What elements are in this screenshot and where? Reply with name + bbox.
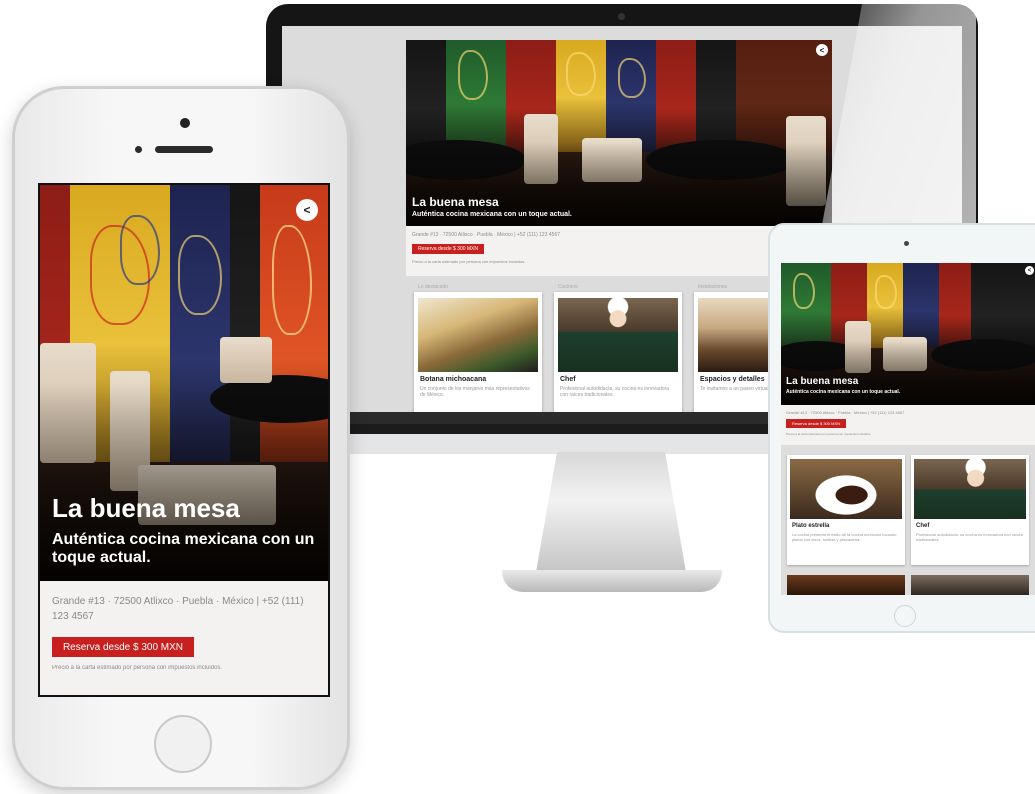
phone-address: Grande #13 · 72500 Atlixco · Puebla · Mé… <box>52 596 304 622</box>
tablet-screen: < La buena mesa Auténtica cocina mexican… <box>781 263 1035 595</box>
tablet-next-card <box>911 575 1029 595</box>
card-desc: La cocina presenta el estilo de la cocin… <box>792 532 897 543</box>
card-desc: Profesional autodidacta, su cocina es in… <box>560 386 669 399</box>
share-icon[interactable]: < <box>1025 266 1034 275</box>
phone-reserve-button[interactable]: Reserva desde $ 300 MXN <box>52 637 194 657</box>
phone-info-bar: Grande #13 · 72500 Atlixco · Puebla · Mé… <box>40 581 328 695</box>
phone-hero-tagline: Auténtica cocina mexicana con un toque a… <box>52 531 315 567</box>
tablet-card-chef[interactable]: Chef Profesional autodidacta, su cocina … <box>911 455 1029 565</box>
phone-hero-title: La buena mesa <box>52 493 240 523</box>
monitor-address: Grande #13 · 72500 Atlixco · Puebla · Mé… <box>412 232 561 238</box>
card-title: Chef <box>560 376 576 383</box>
smartphone-device: < La buena mesa Auténtica cocina mexican… <box>12 86 350 790</box>
tablet-home-button[interactable] <box>894 605 916 627</box>
food-photo <box>790 459 902 519</box>
tablet-info-bar: Grande #13 · 72500 Atlixco · Puebla · Mé… <box>781 405 1035 445</box>
monitor-hero-image: < La buena mesa Auténtica cocina mexican… <box>406 40 832 226</box>
phone-price-note: Precio a la carta estimado por persona c… <box>52 665 223 671</box>
phone-hero-image: < La buena mesa Auténtica cocina mexican… <box>40 185 328 581</box>
monitor-reserve-button[interactable]: Reserva desde $ 300 MXN <box>412 244 484 254</box>
monitor-card-chef[interactable]: Cocinero Chef Profesional autodidacta, s… <box>554 284 682 424</box>
monitor-camera <box>618 13 625 20</box>
tablet-next-card <box>787 575 905 595</box>
card-desc: Profesional autodidacta, su cocina es in… <box>916 532 1023 543</box>
tablet-hero-image: < La buena mesa Auténtica cocina mexican… <box>781 263 1035 405</box>
card-section-label: Cocinero <box>558 284 579 290</box>
tablet-price-note: Precio a la carta estimado por persona c… <box>786 432 872 436</box>
monitor-card-botana[interactable]: Lo destacado Botana michoacana Un conjun… <box>414 284 542 424</box>
card-title: Espacios y detalles <box>700 376 765 383</box>
phone-camera <box>180 118 190 128</box>
tablet-camera <box>904 241 909 246</box>
tablet-address: Grande #13 · 72500 Atlixco · Puebla · Mé… <box>786 410 905 415</box>
card-section-label: Lo destacado <box>418 284 449 290</box>
share-icon[interactable]: < <box>296 199 318 221</box>
phone-speaker <box>155 146 213 153</box>
phone-screen: < La buena mesa Auténtica cocina mexican… <box>38 183 330 697</box>
tablet-card-plato[interactable]: Plato estrella La cocina presenta el est… <box>787 455 905 565</box>
food-photo <box>418 298 538 372</box>
tablet-reserve-button[interactable]: Reserva desde $ 300 MXN <box>786 419 846 428</box>
chef-photo <box>914 459 1026 519</box>
phone-sensor <box>135 146 142 153</box>
card-title: Botana michoacana <box>420 376 487 383</box>
card-title: Chef <box>916 523 930 529</box>
monitor-price-note: Precio a la carta estimado por persona c… <box>412 259 526 264</box>
monitor-hero-tagline: Auténtica cocina mexicana con un toque a… <box>412 211 572 218</box>
monitor-stand-base <box>502 570 722 592</box>
tablet-hero-title: La buena mesa <box>786 376 859 387</box>
monitor-hero-title: La buena mesa <box>412 195 499 209</box>
card-desc: Un conjunto de los manjares más represen… <box>420 386 530 399</box>
card-section-label: Instalaciones <box>698 284 728 290</box>
tablet-hero-tagline: Auténtica cocina mexicana con un toque a… <box>786 389 901 395</box>
phone-home-button[interactable] <box>154 715 212 773</box>
card-title: Plato estrella <box>792 523 830 529</box>
chef-photo <box>558 298 678 372</box>
monitor-stand <box>536 452 686 572</box>
tablet-device: < La buena mesa Auténtica cocina mexican… <box>768 223 1035 633</box>
share-icon[interactable]: < <box>816 44 828 56</box>
